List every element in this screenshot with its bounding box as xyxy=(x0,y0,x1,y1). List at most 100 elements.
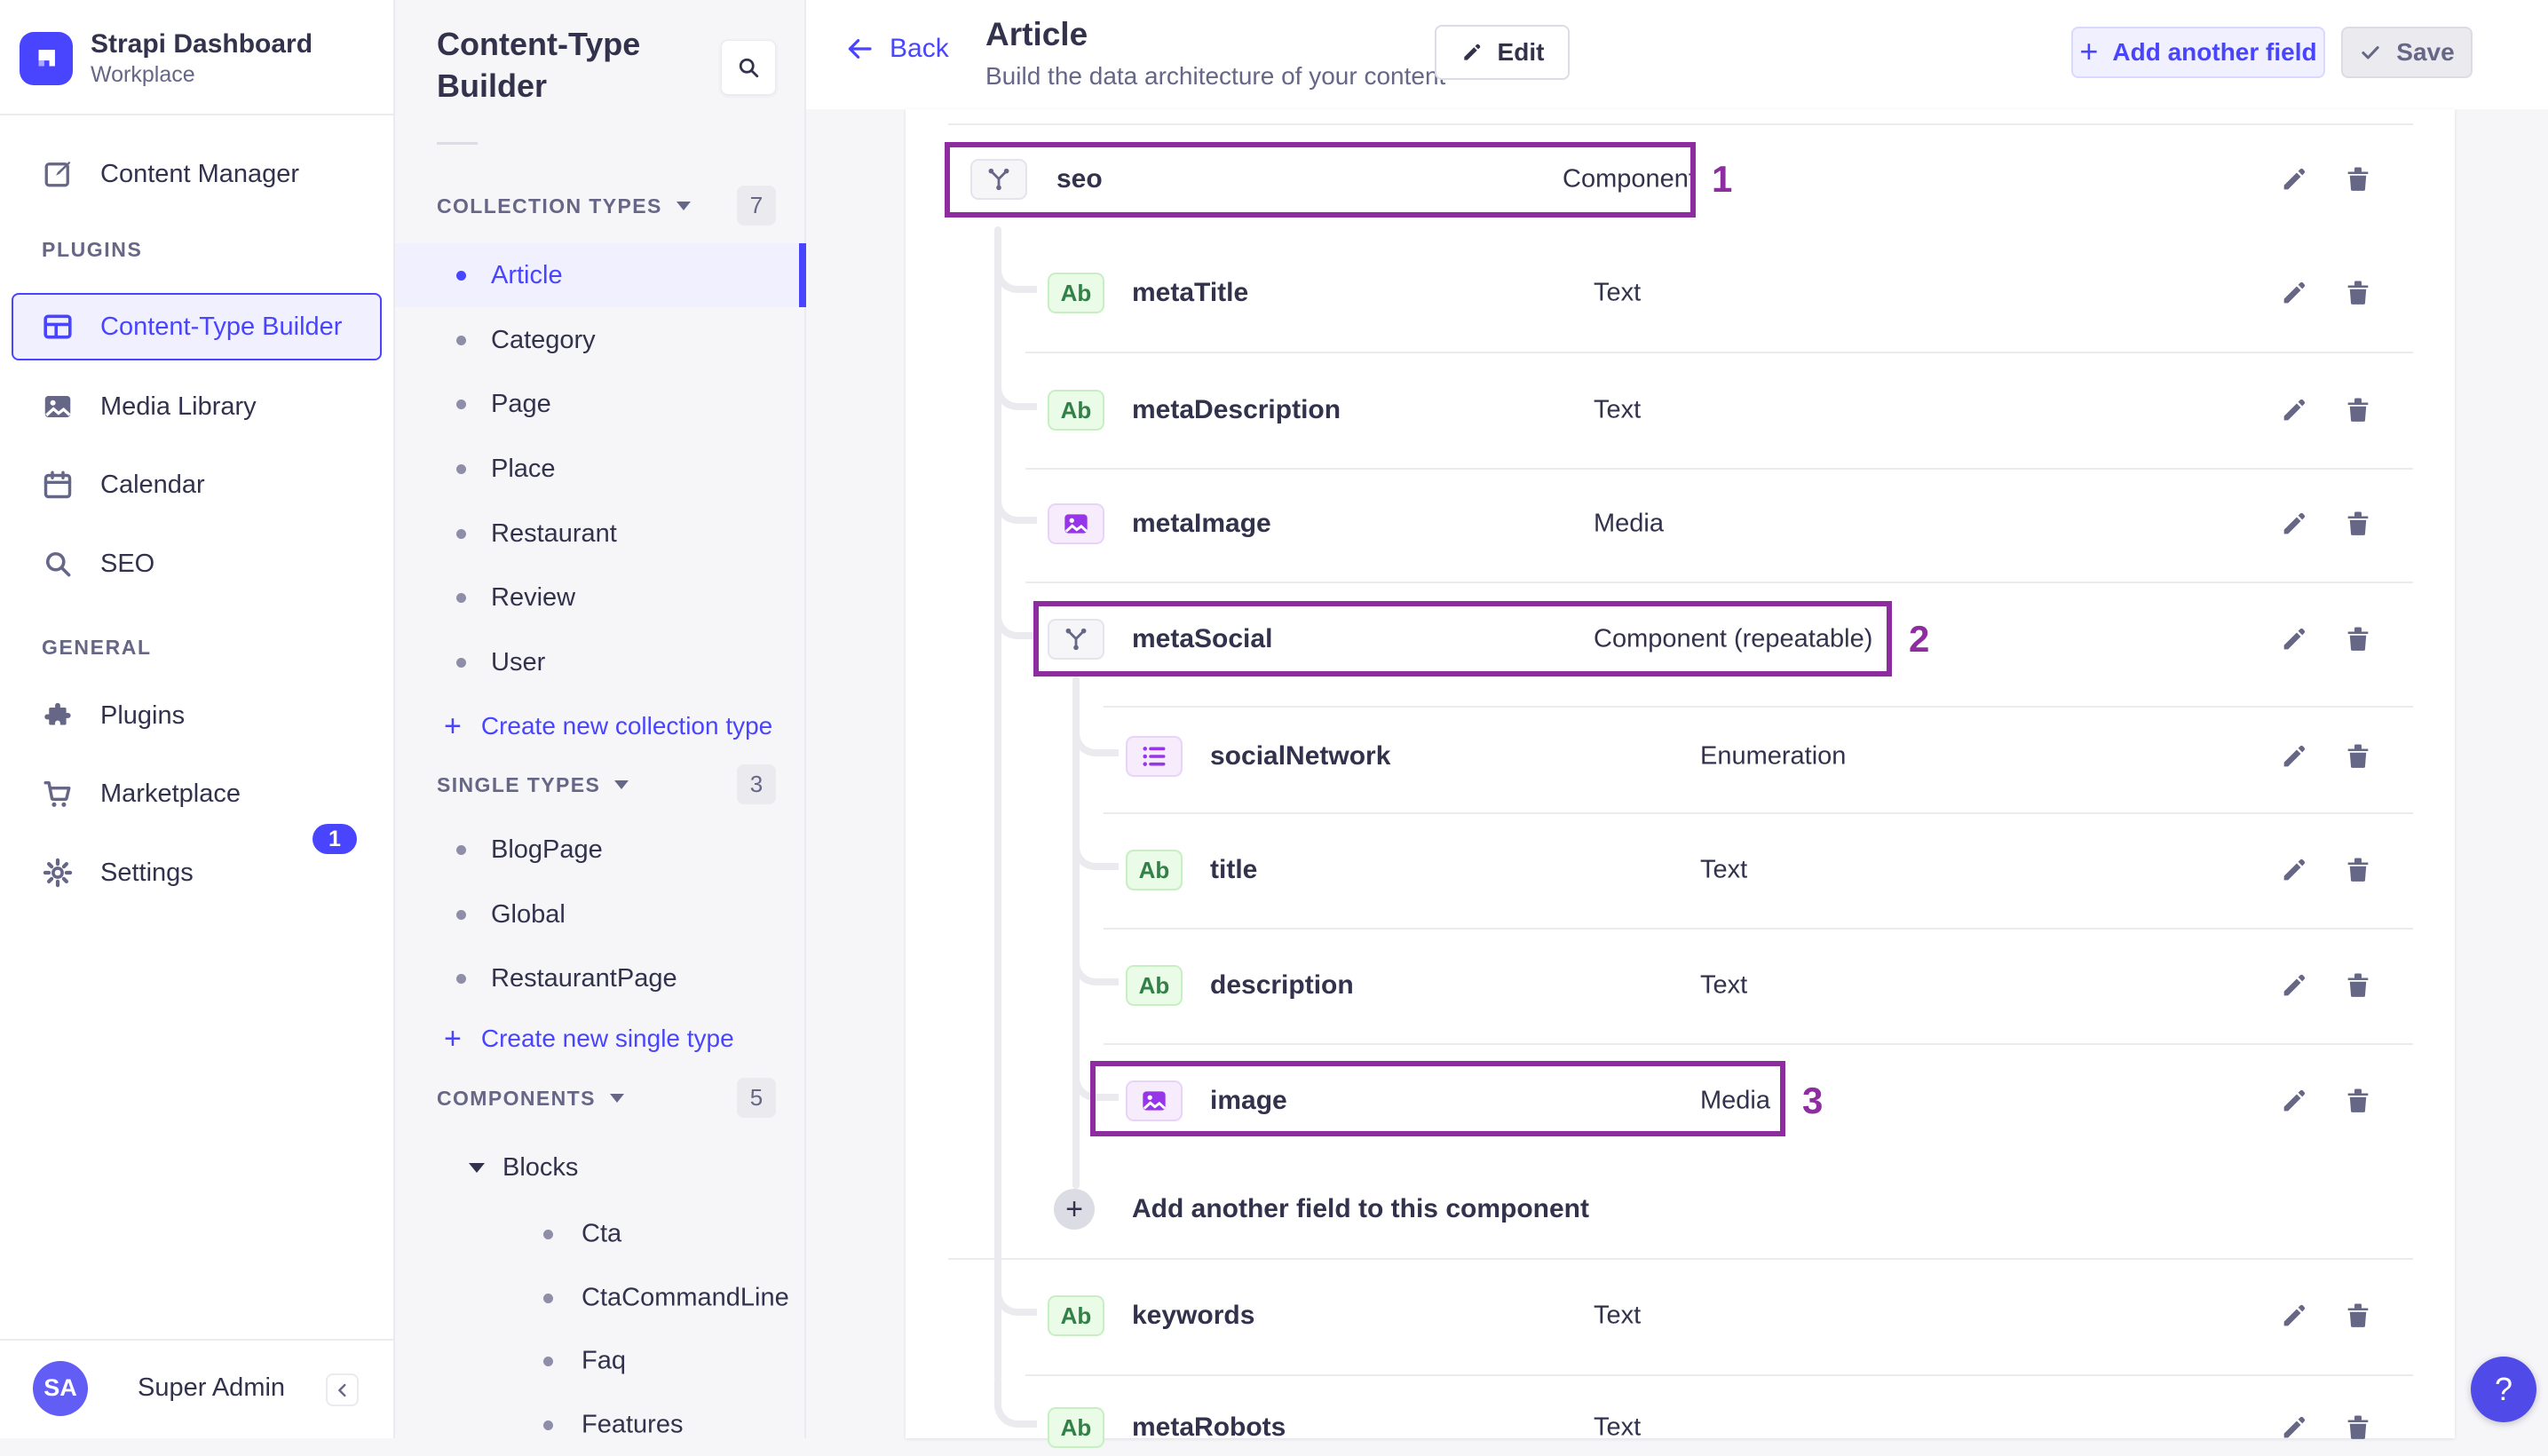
add-another-field-button[interactable]: + Add another field xyxy=(2071,27,2325,78)
row-divider xyxy=(1104,928,2413,930)
group-header-2[interactable]: COMPONENTS xyxy=(437,1079,624,1118)
content-type-item-user[interactable]: User xyxy=(395,630,806,694)
group-header-1[interactable]: SINGLE TYPES xyxy=(437,765,629,804)
field-name: title xyxy=(1210,855,1258,884)
sidebar-item-marketplace[interactable]: Marketplace xyxy=(0,760,395,827)
trash-icon xyxy=(2343,395,2373,425)
user-menu[interactable]: SA Super Admin xyxy=(33,1360,370,1416)
content-type-item-review[interactable]: Review xyxy=(395,566,806,629)
content-type-item-category[interactable]: Category xyxy=(395,308,806,372)
sidebar-item-plugins[interactable]: Plugins xyxy=(0,682,395,749)
edit-field-button[interactable] xyxy=(2275,1296,2314,1335)
sidebar-item-content-type-builder[interactable]: Content-Type Builder xyxy=(12,293,382,360)
sidebar-item-media-library[interactable]: Media Library xyxy=(0,373,395,440)
delete-field-button[interactable] xyxy=(2338,1081,2378,1120)
row-divider xyxy=(1104,1043,2413,1045)
field-type-badge: Ab xyxy=(1126,965,1183,1006)
page-title: Article xyxy=(985,16,1088,52)
back-link[interactable]: Back xyxy=(845,34,949,64)
field-name: metaImage xyxy=(1132,509,1271,538)
divider xyxy=(437,142,478,145)
field-type: Component (repeatable) xyxy=(1594,624,1873,653)
annotation-number: 1 xyxy=(1712,158,1733,200)
edit-field-button[interactable] xyxy=(2275,851,2314,890)
component-item-features[interactable]: Features xyxy=(395,1394,806,1456)
content-type-item-place[interactable]: Place xyxy=(395,437,806,501)
content-type-item-article[interactable]: Article xyxy=(395,243,806,307)
component-category-blocks[interactable]: Blocks xyxy=(469,1141,578,1194)
content-manager-icon xyxy=(42,158,74,190)
edit-field-button[interactable] xyxy=(2275,273,2314,313)
search-icon xyxy=(42,548,74,580)
delete-field-button[interactable] xyxy=(2338,273,2378,313)
chevron-down-icon xyxy=(614,780,629,789)
pencil-icon xyxy=(2279,970,2309,1001)
nav-section-title: PLUGINS xyxy=(42,238,143,261)
row-divider xyxy=(1025,352,2413,353)
delete-field-button[interactable] xyxy=(2338,160,2378,199)
bullet-icon xyxy=(456,657,466,668)
chevron-down-icon xyxy=(676,202,691,210)
media-badge-icon xyxy=(1062,510,1090,538)
annotation-number: 2 xyxy=(1909,618,1930,660)
edit-field-button[interactable] xyxy=(2275,391,2314,430)
divider xyxy=(0,1339,395,1341)
row-divider xyxy=(1104,812,2413,814)
content-type-item-blogpage[interactable]: BlogPage xyxy=(395,818,806,882)
field-type-badge xyxy=(1048,619,1104,660)
media-badge-icon xyxy=(1140,1087,1168,1115)
sidebar-item-content-manager[interactable]: Content Manager xyxy=(0,140,395,208)
panel-title: Content-Type Builder xyxy=(437,26,641,104)
content-type-item-global[interactable]: Global xyxy=(395,882,806,946)
component-item-faq[interactable]: Faq xyxy=(395,1330,806,1392)
row-divider xyxy=(1025,1374,2413,1376)
delete-field-button[interactable] xyxy=(2338,737,2378,776)
sidebar-collapse-button[interactable] xyxy=(326,1373,359,1406)
edit-field-button[interactable] xyxy=(2275,1408,2314,1447)
trash-icon xyxy=(2343,1086,2373,1116)
delete-field-button[interactable] xyxy=(2338,504,2378,543)
field-type: Text xyxy=(1700,970,1748,1000)
tree-elbow xyxy=(994,591,1037,639)
component-icon xyxy=(985,165,1013,194)
content-type-item-restaurant[interactable]: Restaurant xyxy=(395,502,806,566)
content-type-item-page[interactable]: Page xyxy=(395,372,806,436)
field-name: metaDescription xyxy=(1132,395,1341,424)
delete-field-button[interactable] xyxy=(2338,851,2378,890)
create-new-link[interactable]: + Create new collection type xyxy=(444,700,772,753)
edit-field-button[interactable] xyxy=(2275,1081,2314,1120)
delete-field-button[interactable] xyxy=(2338,620,2378,659)
tree-elbow xyxy=(994,245,1037,293)
edit-field-button[interactable] xyxy=(2275,737,2314,776)
trash-icon xyxy=(2343,164,2373,194)
pencil-icon xyxy=(2279,164,2309,194)
brand[interactable]: Strapi Dashboard Workplace xyxy=(20,28,313,89)
delete-field-button[interactable] xyxy=(2338,391,2378,430)
trash-icon xyxy=(2343,855,2373,885)
sidebar-item-calendar[interactable]: Calendar xyxy=(0,451,395,518)
page-header: Back Article Build the data architecture… xyxy=(806,0,2548,109)
help-button[interactable]: ? xyxy=(2471,1357,2536,1422)
edit-field-button[interactable] xyxy=(2275,620,2314,659)
group-header-0[interactable]: COLLECTION TYPES xyxy=(437,186,691,226)
content-type-builder-icon xyxy=(42,311,74,343)
add-field-to-component-button[interactable]: + xyxy=(1054,1189,1095,1230)
delete-field-button[interactable] xyxy=(2338,966,2378,1005)
annotation-outline-3 xyxy=(1090,1061,1785,1136)
component-item-cta[interactable]: Cta xyxy=(395,1203,806,1265)
sidebar-item-seo[interactable]: SEO xyxy=(0,530,395,597)
content-type-item-restaurantpage[interactable]: RestaurantPage xyxy=(395,946,806,1010)
create-new-link[interactable]: + Create new single type xyxy=(444,1012,734,1065)
edit-field-button[interactable] xyxy=(2275,504,2314,543)
delete-field-button[interactable] xyxy=(2338,1296,2378,1335)
add-field-to-component-label[interactable]: Add another field to this component xyxy=(1132,1194,1589,1224)
save-button[interactable]: Save xyxy=(2341,27,2473,78)
edit-field-button[interactable] xyxy=(2275,160,2314,199)
annotation-number: 3 xyxy=(1802,1080,1824,1121)
delete-field-button[interactable] xyxy=(2338,1408,2378,1447)
edit-field-button[interactable] xyxy=(2275,966,2314,1005)
search-button[interactable] xyxy=(721,40,776,95)
edit-button[interactable]: Edit xyxy=(1435,25,1570,80)
component-item-ctacommandline[interactable]: CtaCommandLine xyxy=(395,1267,806,1329)
cart-icon xyxy=(42,778,74,810)
